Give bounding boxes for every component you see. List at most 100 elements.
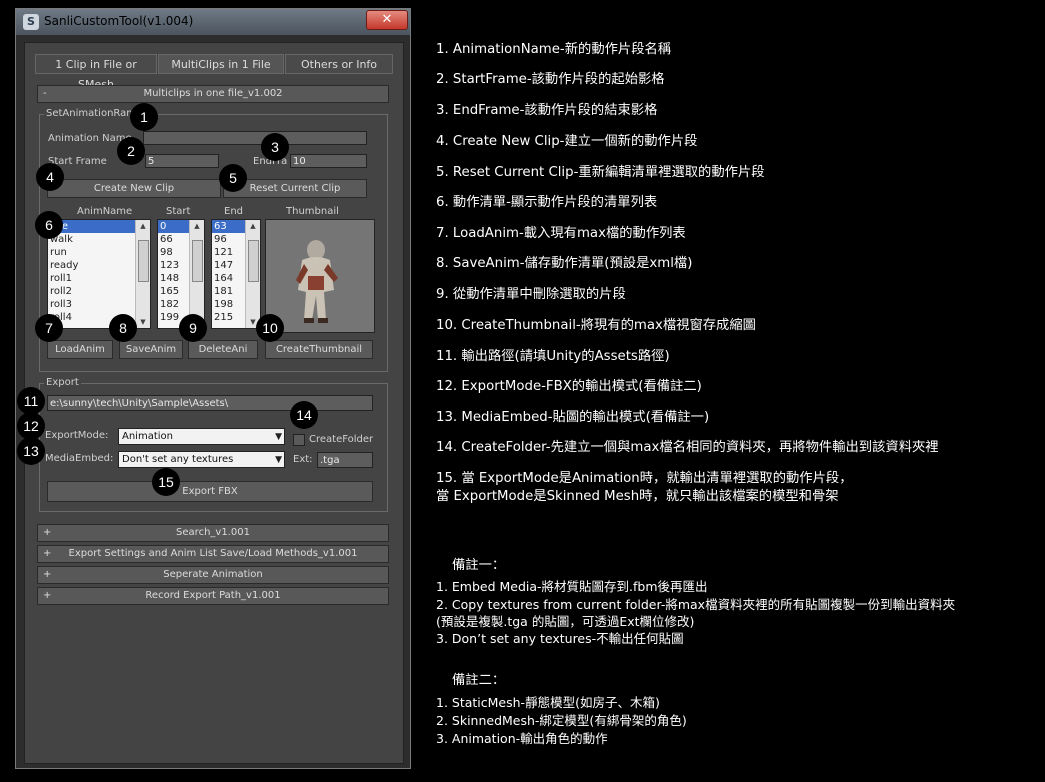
note-4: 4. Create New Clip-建立一個新的動作片段 <box>436 134 698 149</box>
end-list[interactable]: 63 96 121 147 164 181 198 215 ▲ ▼ <box>211 219 261 329</box>
note-14: 14. CreateFolder-先建立一個與max檔名相同的資料夾，再將物件輸… <box>436 440 939 455</box>
badge-4: 4 <box>36 163 64 191</box>
badge-5: 5 <box>219 164 247 192</box>
note-8: 8. SaveAnim-儲存動作清單(預設是xml檔) <box>436 256 693 271</box>
note-15a: 15. 當 ExportMode是Animation時，就輸出清單裡選取的動作片… <box>436 471 853 486</box>
note-5: 5. Reset Current Clip-重新編輯清單裡選取的動作片段 <box>436 165 765 180</box>
export-mode-label: ExportMode: <box>45 430 109 441</box>
thumbnail-column-header: Thumbnail <box>286 206 339 217</box>
note-2: 2. StartFrame-該動作片段的起始影格 <box>436 72 665 87</box>
rollout-seperate-animation[interactable]: + Seperate Animation <box>37 566 389 584</box>
note-15b: 當 ExportMode是Skinned Mesh時，就只輸出該檔案的模型和骨架 <box>436 489 839 504</box>
start-list[interactable]: 06698123148165182199 ▲ ▼ <box>157 219 205 329</box>
remark2-line-2: 2. SkinnedMesh-綁定模型(有綁骨架的角色) <box>436 713 687 728</box>
badge-11: 11 <box>17 387 45 415</box>
end-scrollbar[interactable]: ▲ ▼ <box>245 220 260 328</box>
note-13: 13. MediaEmbed-貼圖的輸出模式(看備註一) <box>436 410 710 425</box>
scroll-thumb[interactable] <box>248 240 259 282</box>
create-folder-checkbox[interactable] <box>293 434 305 446</box>
scroll-thumb[interactable] <box>192 240 203 282</box>
rollout-multiclips[interactable]: - Multiclips in one file_v1.002 <box>37 85 389 103</box>
rollout-title: Seperate Animation <box>163 569 263 580</box>
export-path-input[interactable]: e:\sunny\tech\Unity\Sample\Assets\ <box>47 395 373 411</box>
expand-icon: + <box>43 527 52 538</box>
scroll-up-icon[interactable]: ▲ <box>246 220 260 232</box>
client-area: 1 Clip in File or SMesh MultiClips in 1 … <box>24 42 404 764</box>
app-icon: S <box>23 14 39 30</box>
note-6: 6. 動作清單-顯示動作片段的清單列表 <box>436 195 658 210</box>
load-anim-button[interactable]: LoadAnim <box>47 340 113 359</box>
badge-1: 1 <box>130 103 158 131</box>
remark2-title: 備註二： <box>452 673 506 688</box>
scroll-up-icon[interactable]: ▲ <box>136 220 150 232</box>
badge-7: 7 <box>35 314 63 342</box>
scroll-thumb[interactable] <box>138 240 149 282</box>
note-11: 11. 輸出路徑(請填Unity的Assets路徑) <box>436 349 670 364</box>
rollout-title: Export Settings and Anim List Save/Load … <box>68 548 358 559</box>
dropdown-arrow-icon: ▼ <box>275 432 282 442</box>
expand-icon: + <box>43 590 52 601</box>
badge-9: 9 <box>179 314 207 342</box>
save-anim-button[interactable]: SaveAnim <box>119 340 183 359</box>
badge-6: 6 <box>35 211 63 239</box>
end-frame-input[interactable]: 10 <box>290 154 367 168</box>
remark1-line-1: 1. Embed Media-將材質貼圖存到.fbm後再匯出 <box>436 579 708 594</box>
badge-2: 2 <box>117 137 145 165</box>
expand-icon: + <box>43 569 52 580</box>
rollout-record-export-path[interactable]: + Record Export Path_v1.001 <box>37 587 389 605</box>
badge-8: 8 <box>109 314 137 342</box>
anim-name-scrollbar[interactable]: ▲ ▼ <box>135 220 150 328</box>
collapse-icon: - <box>43 88 47 99</box>
remark2-line-1: 1. StaticMesh-靜態模型(如房子、木箱) <box>436 695 660 710</box>
anim-name-list[interactable]: idlewalkrunreadyroll1roll2roll3roll4 ▲ ▼ <box>47 219 151 329</box>
character-figure-icon <box>266 220 374 332</box>
start-column-header: Start <box>166 206 191 217</box>
export-mode-select[interactable]: Animation ▼ <box>118 428 285 445</box>
media-embed-select[interactable]: Don't set any textures ▼ <box>118 451 285 468</box>
ext-label: Ext: <box>293 454 313 465</box>
delete-anim-button[interactable]: DeleteAni <box>188 340 258 359</box>
expand-icon: + <box>43 548 52 559</box>
create-new-clip-button[interactable]: Create New Clip <box>47 179 221 198</box>
animname-column-header: AnimName <box>77 206 133 217</box>
set-animation-range-label: SetAnimationRan <box>44 108 135 119</box>
note-7: 7. LoadAnim-載入現有max檔的動作列表 <box>436 226 686 241</box>
badge-15: 15 <box>152 468 180 496</box>
rollout-export-settings[interactable]: + Export Settings and Anim List Save/Loa… <box>37 545 389 563</box>
note-1: 1. AnimationName-新的動作片段名稱 <box>436 42 672 57</box>
badge-13: 13 <box>17 437 45 465</box>
media-embed-value: Don't set any textures <box>122 454 234 465</box>
tool-window: S SanliCustomTool(v1.004) ✕ 1 Clip in Fi… <box>15 8 411 769</box>
note-9: 9. 從動作清單中刪除選取的片段 <box>436 287 626 302</box>
dropdown-arrow-icon: ▼ <box>275 455 282 465</box>
scroll-down-icon[interactable]: ▼ <box>136 316 150 328</box>
export-fbx-button[interactable]: Export FBX <box>47 481 373 502</box>
media-embed-label: MediaEmbed: <box>45 453 114 464</box>
tab-multiclips[interactable]: MultiClips in 1 File <box>158 54 284 74</box>
note-12: 12. ExportMode-FBX的輸出模式(看備註二) <box>436 379 702 394</box>
badge-3: 3 <box>261 133 289 161</box>
rollout-title: Multiclips in one file_v1.002 <box>143 88 283 99</box>
rollout-search[interactable]: + Search_v1.001 <box>37 524 389 542</box>
end-column-header: End <box>224 206 244 217</box>
note-10: 10. CreateThumbnail-將現有的max檔視窗存成縮圖 <box>436 318 756 333</box>
scroll-up-icon[interactable]: ▲ <box>190 220 204 232</box>
badge-12: 12 <box>17 412 45 440</box>
badge-10: 10 <box>256 314 284 342</box>
tab-others-info[interactable]: Others or Info <box>285 54 393 74</box>
rollout-title: Search_v1.001 <box>176 527 250 538</box>
export-mode-value: Animation <box>122 431 173 442</box>
title-bar[interactable]: S SanliCustomTool(v1.004) ✕ <box>16 9 410 35</box>
animation-name-input[interactable] <box>143 131 367 145</box>
start-frame-input[interactable]: 5 <box>145 154 219 168</box>
ext-input[interactable]: .tga <box>317 452 373 468</box>
remark2-line-3: 3. Animation-輸出角色的動作 <box>436 731 608 746</box>
window-title: SanliCustomTool(v1.004) <box>44 14 194 28</box>
close-button[interactable]: ✕ <box>366 10 408 30</box>
create-folder-label: CreateFolder <box>309 434 374 445</box>
tab-single-clip[interactable]: 1 Clip in File or SMesh <box>35 54 157 91</box>
create-thumbnail-button[interactable]: CreateThumbnail <box>265 340 373 359</box>
start-scrollbar[interactable]: ▲ ▼ <box>189 220 204 328</box>
note-3: 3. EndFrame-該動作片段的結束影格 <box>436 103 658 118</box>
remark1-title: 備註一： <box>452 558 506 573</box>
